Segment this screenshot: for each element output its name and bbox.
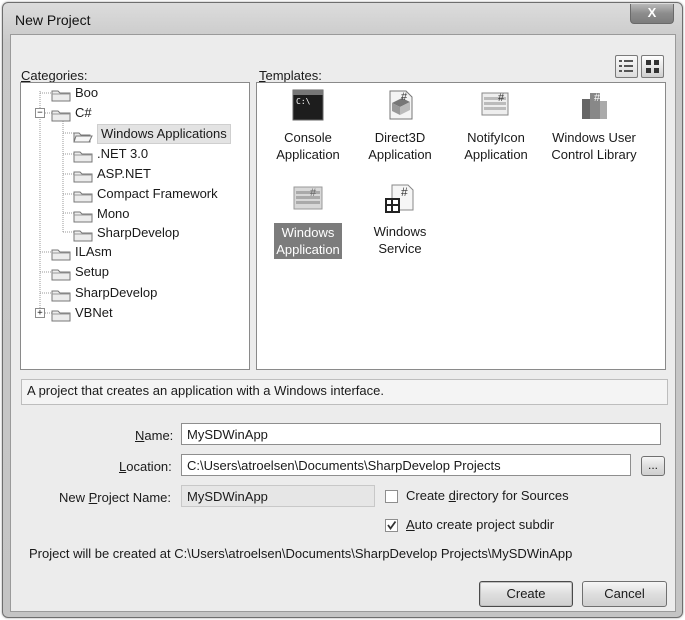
folder-icon <box>73 228 93 242</box>
category-label: Windows Applications <box>97 124 231 144</box>
folder-icon <box>51 267 71 281</box>
category-item[interactable]: SharpDevelop <box>21 283 247 303</box>
location-input[interactable]: C:\Users\atroelsen\Documents\SharpDevelo… <box>181 454 631 476</box>
cancel-button[interactable]: Cancel <box>582 581 667 607</box>
category-label: Compact Framework <box>97 186 218 201</box>
folder-icon <box>73 189 93 203</box>
svg-text:#: # <box>310 187 317 199</box>
folder-icon <box>73 209 93 223</box>
svg-text:#: # <box>594 92 601 104</box>
create-button[interactable]: Create <box>479 581 573 607</box>
large-icons-view-icon <box>619 60 633 72</box>
new-project-name-field: MySDWinApp <box>181 485 375 507</box>
svg-text:C:\: C:\ <box>296 97 311 106</box>
category-label: SharpDevelop <box>97 225 180 240</box>
template-item[interactable]: # Windows Application <box>260 183 356 259</box>
windows-app-icon: # <box>292 183 324 215</box>
folder-icon <box>51 288 71 302</box>
category-item[interactable]: .NET 3.0 <box>21 144 247 164</box>
template-item[interactable]: # Windows User Control Library <box>546 89 642 163</box>
auto-create-subdir-checkbox[interactable] <box>385 519 398 532</box>
console-app-icon: C:\ <box>292 89 324 121</box>
expand-icon[interactable]: + <box>35 308 45 318</box>
category-item[interactable]: Mono <box>21 204 247 224</box>
template-description: A project that creates an application wi… <box>21 379 668 405</box>
templates-list[interactable]: C:\ Console Application # Direct3D Applicatio… <box>256 82 666 370</box>
category-label: Setup <box>75 264 109 279</box>
template-item[interactable]: # NotifyIcon Application <box>448 89 544 163</box>
category-item[interactable]: ILAsm <box>21 242 247 262</box>
template-label: Console Application <box>276 130 340 162</box>
category-label: Mono <box>97 206 130 221</box>
checkmark-icon <box>387 520 397 531</box>
user-control-library-icon: # <box>578 89 610 121</box>
template-label: Direct3D Application <box>368 130 432 162</box>
category-label: .NET 3.0 <box>97 146 149 161</box>
name-label: Name: <box>135 428 174 443</box>
category-item[interactable]: − C# <box>21 103 247 123</box>
folder-icon <box>51 88 71 102</box>
new-project-dialog: New Project X Categories: Boo − C# Windo… <box>2 2 683 618</box>
folder-icon <box>51 247 71 261</box>
category-item[interactable]: Compact Framework <box>21 184 247 204</box>
window-title: New Project <box>15 12 91 28</box>
folder-icon <box>51 108 71 122</box>
category-item[interactable]: ASP.NET <box>21 164 247 184</box>
small-icons-view-button[interactable] <box>641 55 664 78</box>
template-label: NotifyIcon Application <box>464 130 528 162</box>
categories-label: Categories: <box>21 68 88 83</box>
browse-button[interactable]: ... <box>641 456 665 476</box>
auto-create-subdir-label[interactable]: Auto create project subdir <box>406 517 554 532</box>
name-input[interactable]: MySDWinApp <box>181 423 661 445</box>
svg-text:#: # <box>401 185 408 199</box>
folder-icon <box>51 308 71 322</box>
dialog-body: Categories: Boo − C# Windows Application… <box>10 34 676 612</box>
category-item[interactable]: + VBNet <box>21 303 247 323</box>
direct3d-app-icon: # <box>384 89 416 121</box>
template-label: Windows Service <box>373 224 427 256</box>
category-label: ILAsm <box>75 244 112 259</box>
category-label: SharpDevelop <box>75 285 158 300</box>
folder-icon <box>73 149 93 163</box>
templates-label: Templates: <box>259 68 322 83</box>
category-label: C# <box>75 105 92 120</box>
close-icon: X <box>647 5 657 20</box>
folder-icon <box>73 169 93 183</box>
template-item[interactable]: # Direct3D Application <box>352 89 448 163</box>
svg-text:#: # <box>401 91 408 103</box>
close-button[interactable]: X <box>630 4 674 24</box>
category-item[interactable]: SharpDevelop <box>21 223 247 243</box>
category-item[interactable]: Setup <box>21 262 247 282</box>
collapse-icon[interactable]: − <box>35 108 45 118</box>
folder-open-icon <box>73 129 93 143</box>
categories-tree[interactable]: Boo − C# Windows Applications .NET 3.0 ASP.NE… <box>20 82 250 370</box>
svg-text:#: # <box>498 92 505 104</box>
title-bar[interactable]: New Project X <box>3 3 682 35</box>
notifyicon-app-icon: # <box>480 89 512 121</box>
template-label: Windows User Control Library <box>551 130 637 162</box>
category-item[interactable]: Windows Applications <box>21 124 247 144</box>
windows-service-icon: # <box>384 183 416 215</box>
category-label: VBNet <box>75 305 113 320</box>
template-item[interactable]: C:\ Console Application <box>260 89 356 163</box>
location-label: Location: <box>119 459 172 474</box>
new-project-name-label: New Project Name: <box>59 490 171 505</box>
create-directory-checkbox[interactable] <box>385 490 398 503</box>
project-path-info: Project will be created at C:\Users\atro… <box>29 546 573 561</box>
template-label: Windows Application <box>274 223 342 259</box>
category-label: Boo <box>75 85 99 100</box>
category-item[interactable]: Boo <box>21 83 247 103</box>
create-directory-label[interactable]: Create directory for Sources <box>406 488 569 503</box>
small-icons-view-icon <box>646 60 659 73</box>
large-icons-view-button[interactable] <box>615 55 638 78</box>
template-item[interactable]: # Windows Service <box>352 183 448 257</box>
category-label: ASP.NET <box>97 166 151 181</box>
